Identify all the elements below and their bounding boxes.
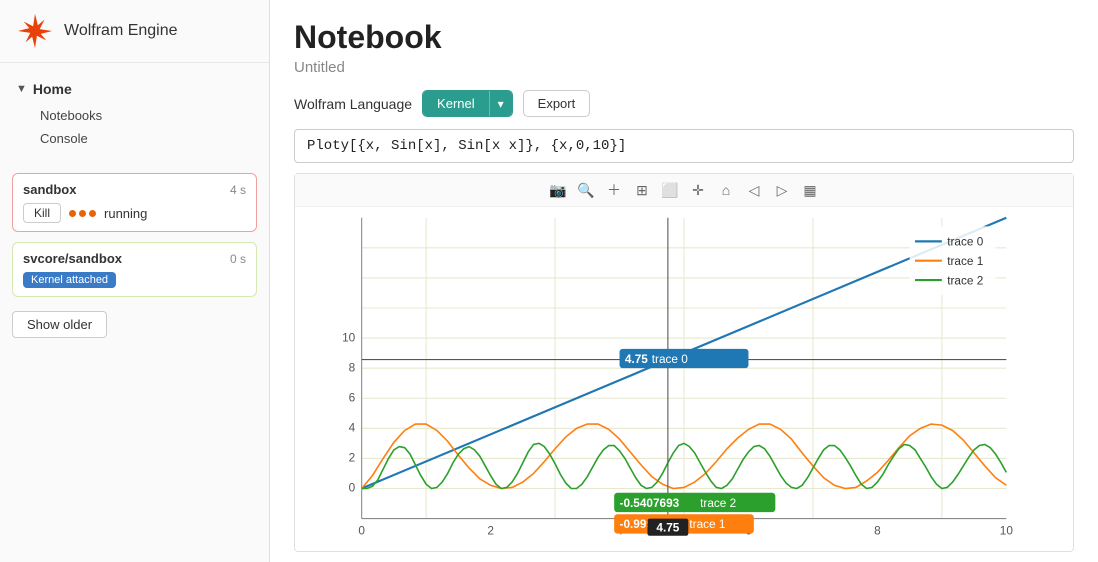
kernel-card-sandbox: sandbox 4 s Kill running	[12, 173, 257, 232]
kernel-dropdown-button[interactable]: ▾	[489, 91, 512, 116]
zoom-icon[interactable]: 🔍	[576, 180, 596, 200]
svg-text:trace 1: trace 1	[947, 254, 983, 268]
plot-svg: 0 2 4 6 8 10 0 2 4 6 8 10 +	[295, 207, 1073, 551]
sidebar-nav: ▼ Home Notebooks Console	[0, 63, 269, 163]
svg-text:4.75: 4.75	[625, 352, 648, 366]
chevron-down-icon: ▼	[16, 83, 27, 95]
kernel-card-svcore: svcore/sandbox 0 s Kernel attached	[12, 242, 257, 297]
plot-body[interactable]: 0 2 4 6 8 10 0 2 4 6 8 10 +	[295, 207, 1073, 551]
svg-text:trace 0: trace 0	[947, 235, 984, 249]
code-input[interactable]: Ploty[{x, Sin[x], Sin[x x]}, {x,0,10}]	[294, 129, 1074, 163]
forward-icon[interactable]: ▷	[772, 180, 792, 200]
home-icon[interactable]: ⌂	[716, 180, 736, 200]
svg-text:0: 0	[349, 481, 356, 495]
kernel-name-svcore: svcore/sandbox	[23, 251, 122, 266]
kernel-card-sandbox-header: sandbox 4 s	[23, 182, 246, 197]
sidebar-header: Wolfram Engine	[0, 0, 269, 63]
nav-section-home-header[interactable]: ▼ Home	[16, 77, 253, 101]
sidebar-item-notebooks[interactable]: Notebooks	[36, 105, 253, 126]
kill-button-sandbox[interactable]: Kill	[23, 203, 61, 223]
main-content: Notebook Untitled Wolfram Language Kerne…	[270, 0, 1098, 562]
kernel-name-sandbox: sandbox	[23, 182, 76, 197]
svg-text:trace 2: trace 2	[700, 496, 736, 510]
lang-label: Wolfram Language	[294, 96, 412, 112]
nav-section-home: ▼ Home Notebooks Console	[0, 73, 269, 153]
wolfram-logo-icon	[16, 12, 54, 50]
camera-icon[interactable]: 📷	[548, 180, 568, 200]
svg-text:6: 6	[349, 391, 356, 405]
svg-text:-0.5407693: -0.5407693	[620, 496, 680, 510]
kernel-button-group: Kernel ▾	[422, 90, 513, 117]
export-button[interactable]: Export	[523, 90, 591, 117]
kernel-main-button[interactable]: Kernel	[423, 91, 489, 116]
kernel-time-sandbox: 4 s	[230, 183, 246, 197]
sidebar: Wolfram Engine ▼ Home Notebooks Console …	[0, 0, 270, 562]
svg-text:2: 2	[349, 451, 356, 465]
kernel-card-svcore-body: Kernel attached	[23, 272, 246, 288]
kernel-attached-badge: Kernel attached	[23, 272, 116, 288]
kernel-card-sandbox-body: Kill running	[23, 203, 246, 223]
plot-container: 📷 🔍 ＋ ⊞ ⬜ ✛ ⌂ ◁ ▷ ▦	[294, 173, 1074, 552]
code-input-text: Ploty[{x, Sin[x], Sin[x x]}, {x,0,10}]	[307, 138, 626, 154]
back-icon[interactable]: ◁	[744, 180, 764, 200]
sidebar-item-console[interactable]: Console	[36, 128, 253, 149]
svg-text:10: 10	[342, 330, 356, 344]
plot-toolbar: 📷 🔍 ＋ ⊞ ⬜ ✛ ⌂ ◁ ▷ ▦	[295, 174, 1073, 207]
svg-text:4.75: 4.75	[656, 521, 679, 535]
page-subtitle: Untitled	[294, 59, 1074, 76]
svg-text:10: 10	[1000, 524, 1014, 538]
kernel-card-svcore-header: svcore/sandbox 0 s	[23, 251, 246, 266]
svg-text:trace 2: trace 2	[947, 274, 983, 288]
svg-text:trace 0: trace 0	[652, 352, 689, 366]
dot-1	[69, 210, 76, 217]
dot-3	[89, 210, 96, 217]
kernel-dots-sandbox	[69, 210, 96, 217]
nav-section-home-label: Home	[33, 81, 72, 97]
dot-2	[79, 210, 86, 217]
svg-text:4: 4	[349, 421, 356, 435]
nav-items: Notebooks Console	[16, 105, 253, 149]
svg-text:8: 8	[874, 524, 881, 538]
kernel-time-svcore: 0 s	[230, 252, 246, 266]
svg-text:trace 1: trace 1	[689, 517, 725, 531]
kernel-status-sandbox: running	[104, 206, 147, 221]
kernel-cards: sandbox 4 s Kill running svcore/sandbox …	[0, 163, 269, 307]
bar-chart-icon[interactable]: ▦	[800, 180, 820, 200]
show-older-button[interactable]: Show older	[12, 311, 107, 338]
plus-icon[interactable]: ＋	[604, 180, 624, 200]
toolbar-row: Wolfram Language Kernel ▾ Export	[294, 90, 1074, 117]
svg-text:2: 2	[487, 524, 494, 538]
select-cross-icon[interactable]: ✛	[688, 180, 708, 200]
svg-text:8: 8	[349, 361, 356, 375]
svg-text:0: 0	[358, 524, 365, 538]
select-rect-icon[interactable]: ⬜	[660, 180, 680, 200]
app-title: Wolfram Engine	[64, 22, 178, 40]
page-title: Notebook	[294, 20, 1074, 55]
grid-icon[interactable]: ⊞	[632, 180, 652, 200]
